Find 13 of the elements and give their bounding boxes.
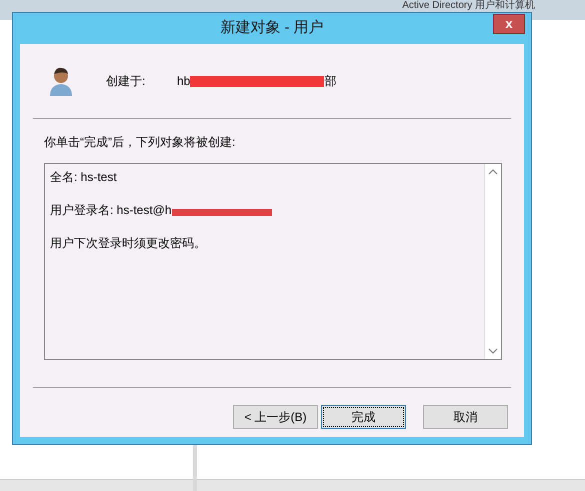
summary-line: 用户下次登录时须更改密码。 xyxy=(50,235,206,252)
summary-line: 用户登录名: hs-test@h xyxy=(50,202,172,219)
created-in-label: 创建于: xyxy=(106,73,146,90)
intro-text: 你单击“完成”后，下列对象将被创建: xyxy=(44,134,236,151)
summary-line: 全名: hs-test xyxy=(50,169,117,186)
dialog-button[interactable]: 取消 xyxy=(423,405,508,429)
user-icon xyxy=(48,65,74,97)
dialog-button[interactable]: 完成 xyxy=(321,405,406,429)
created-in-value: 部 xyxy=(324,73,336,90)
created-in-value: hb xyxy=(177,73,190,90)
dialog-title: 新建对象 - 用户 xyxy=(220,18,324,38)
close-button[interactable]: x xyxy=(493,14,525,34)
dialog-button[interactable]: < 上一步(B) xyxy=(233,405,318,429)
